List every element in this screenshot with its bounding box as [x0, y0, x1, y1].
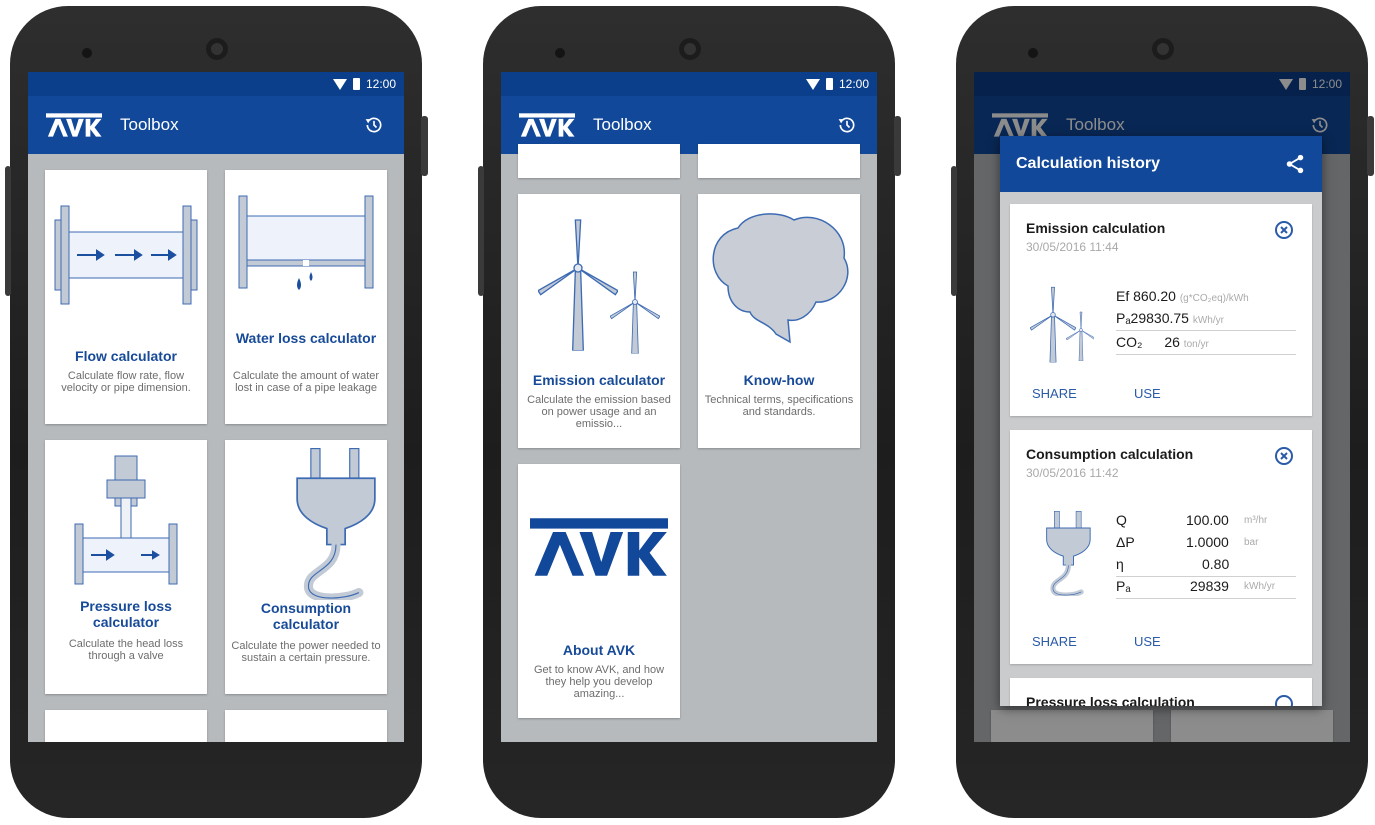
pipe-leak-icon	[238, 195, 374, 290]
status-time: 12:00	[365, 77, 396, 91]
screen: 12:00 Toolbox Emission calculator Calcul…	[501, 72, 877, 742]
tool-card-partial[interactable]	[45, 710, 207, 742]
use-button[interactable]: USE	[1134, 634, 1161, 649]
app-bar: Toolbox	[28, 96, 404, 154]
tool-title: About AVK	[562, 642, 636, 658]
avk-logo	[530, 516, 668, 578]
result-row: Q 100.00 m³/hr	[1116, 512, 1268, 528]
result-row: CO₂ 26 ton/yr	[1116, 334, 1296, 355]
tool-card-pressure-loss[interactable]: Pressure loss calculator Calculate the h…	[45, 440, 207, 694]
front-camera	[206, 38, 228, 60]
wifi-icon	[805, 78, 820, 90]
status-time: 12:00	[838, 77, 869, 91]
tool-grid: Flow calculator Calculate flow rate, flo…	[28, 154, 404, 742]
history-item-title: Consumption calculation	[1026, 446, 1194, 462]
tool-desc: Calculate the amount of water lost in ca…	[232, 370, 380, 394]
tool-card-consumption[interactable]	[698, 144, 860, 178]
result-row: Pₐ29830.75 kWh/yr	[1116, 310, 1296, 331]
wind-turbine-icon	[1030, 280, 1094, 370]
phone-frame: 12:00 Toolbox Calculation history Emissi…	[951, 6, 1374, 818]
use-button[interactable]: USE	[1134, 386, 1161, 401]
earpiece	[555, 48, 565, 58]
tool-card-about[interactable]: About AVK Get to know AVK, and how they …	[518, 464, 680, 718]
screen: 12:00 Toolbox Calculation history Emissi…	[974, 72, 1350, 742]
avk-logo	[46, 113, 102, 137]
history-item-emission: Emission calculation 30/05/2016 11:44 Ef…	[1010, 204, 1312, 416]
status-bar: 12:00	[28, 72, 404, 96]
history-item-date: 30/05/2016 11:44	[1026, 240, 1119, 254]
battery-icon	[352, 78, 360, 90]
history-item-pressure-loss: Pressure loss calculation	[1010, 678, 1312, 706]
tool-title: Water loss calculator	[235, 330, 377, 346]
tool-desc: Get to know AVK, and how they help you d…	[533, 664, 665, 700]
share-icon[interactable]	[1284, 153, 1306, 175]
history-item-title: Pressure loss calculation	[1026, 694, 1195, 706]
tool-title: Flow calculator	[75, 348, 177, 364]
remove-icon[interactable]	[1274, 446, 1294, 466]
share-button[interactable]: SHARE	[1032, 634, 1077, 649]
tool-grid: Emission calculator Calculate the emissi…	[501, 144, 877, 742]
app-title: Toolbox	[120, 115, 179, 134]
wifi-icon	[332, 78, 347, 90]
remove-icon[interactable]	[1274, 220, 1294, 240]
app-title: Toolbox	[593, 115, 652, 134]
history-item-consumption: Consumption calculation 30/05/2016 11:42…	[1010, 430, 1312, 664]
history-button[interactable]	[835, 113, 859, 137]
tool-card-water-loss[interactable]: Water loss calculator Calculate the amou…	[225, 170, 387, 424]
tool-card-consumption[interactable]: Consumption calculator Calculate the pow…	[225, 440, 387, 694]
tool-desc: Calculate the power needed to sustain a …	[231, 640, 381, 664]
history-dialog: Calculation history Emission calculation…	[1000, 136, 1322, 706]
history-icon	[364, 115, 384, 135]
tool-card-pressure-loss[interactable]	[518, 144, 680, 178]
dialog-title: Calculation history	[1016, 155, 1161, 172]
pipe-flow-icon	[54, 205, 198, 305]
tool-desc: Calculate flow rate, flow velocity or pi…	[61, 370, 191, 394]
tool-desc: Calculate the emission based on power us…	[527, 394, 671, 430]
phone-frame: 12:00 Toolbox Flow calculator Calculate …	[5, 6, 428, 818]
tool-title: Consumption calculator	[260, 600, 352, 632]
result-row: η 0.80	[1116, 556, 1296, 577]
valve-icon	[74, 455, 178, 585]
tool-desc: Technical terms, specifications and stan…	[704, 394, 854, 418]
dialog-header: Calculation history	[1000, 136, 1322, 192]
screen: 12:00 Toolbox Flow calculator Calculate …	[28, 72, 404, 742]
brain-icon	[712, 213, 849, 344]
tool-card-emission[interactable]: Emission calculator Calculate the emissi…	[518, 194, 680, 448]
tool-card-flow[interactable]: Flow calculator Calculate flow rate, flo…	[45, 170, 207, 424]
wind-turbine-icon	[518, 194, 680, 364]
share-button[interactable]: SHARE	[1032, 386, 1077, 401]
plug-icon	[225, 440, 387, 600]
tool-card-know-how[interactable]: Know-how Technical terms, specifications…	[698, 194, 860, 448]
history-item-date: 30/05/2016 11:42	[1026, 466, 1119, 480]
tool-title: Know-how	[743, 372, 815, 388]
history-icon	[837, 115, 857, 135]
earpiece	[1028, 48, 1038, 58]
result-row: Ef 860.20 (g*CO₂eq)/kWh	[1116, 288, 1249, 304]
battery-icon	[825, 78, 833, 90]
remove-icon[interactable]	[1274, 694, 1294, 706]
status-bar: 12:00	[501, 72, 877, 96]
front-camera	[1152, 38, 1174, 60]
tool-title: Emission calculator	[532, 372, 666, 388]
tool-desc: Calculate the head loss through a valve	[68, 638, 184, 662]
result-row: ΔP 1.0000 bar	[1116, 534, 1259, 550]
tool-card-partial[interactable]	[225, 710, 387, 742]
tool-title: Pressure loss calculator	[80, 598, 172, 630]
history-item-title: Emission calculation	[1026, 220, 1166, 236]
front-camera	[679, 38, 701, 60]
phone-frame: 12:00 Toolbox Emission calculator Calcul…	[478, 6, 901, 818]
earpiece	[82, 48, 92, 58]
result-row: Pₐ 29839 kWh/yr	[1116, 578, 1296, 599]
plug-icon	[1030, 506, 1094, 596]
history-button[interactable]	[362, 113, 386, 137]
avk-logo	[519, 113, 575, 137]
